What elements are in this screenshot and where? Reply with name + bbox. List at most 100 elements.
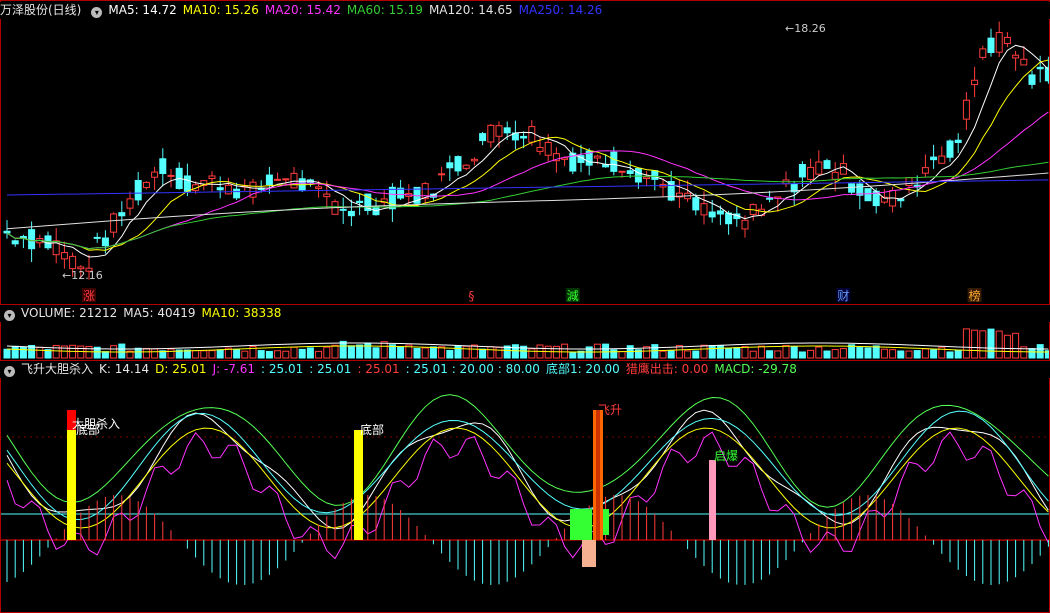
candle-up — [815, 161, 823, 175]
bottom-signal-bar — [67, 430, 76, 540]
signal-annotation: 底部 — [76, 422, 100, 437]
volume-bar — [831, 349, 839, 359]
candle-down — [626, 170, 634, 175]
candle-up — [470, 158, 478, 162]
ma-legend: MA5: 14.72 MA10: 15.26 MA20: 15.42 MA60: 15… — [108, 3, 608, 17]
candle-down — [651, 170, 659, 180]
candle-up — [1003, 36, 1011, 45]
volume-bar — [36, 347, 44, 359]
bottom-signal-bar — [354, 430, 363, 540]
candle-up — [110, 213, 118, 233]
candle-down — [520, 135, 528, 139]
indicator-panel-header: ▾ 飞升大胆杀入 K: 14.14 D: 25.01 J: -7.61: 25.01: … — [0, 361, 1050, 378]
volume-ma5-line — [6, 342, 1049, 350]
volume-bar — [3, 348, 11, 359]
candle-down — [1028, 74, 1036, 85]
falcon-signal-block — [582, 540, 596, 567]
volume-bar — [684, 350, 692, 359]
volume-bar — [397, 346, 405, 359]
macd-cross-block — [570, 509, 592, 540]
macd-cross-block — [603, 509, 609, 535]
volume-bar — [290, 346, 298, 359]
volume-bar — [725, 347, 733, 359]
volume-bar — [856, 347, 864, 359]
candle-down — [479, 133, 487, 142]
indicator-toggle-icon[interactable]: ▾ — [91, 7, 103, 18]
volume-bar — [716, 345, 724, 359]
candle-down — [864, 188, 872, 202]
candle-up — [1012, 54, 1020, 59]
volume-bar — [995, 330, 1003, 359]
candle-up — [487, 124, 495, 143]
volume-bar — [954, 349, 962, 359]
volume-bar — [306, 347, 314, 359]
volume-bar — [815, 346, 823, 359]
candle-up — [643, 176, 651, 180]
ignite-signal-bar — [709, 460, 716, 540]
candle-down — [93, 236, 101, 239]
candle-down — [183, 175, 191, 192]
volume-bar — [298, 348, 306, 359]
candle-up — [69, 255, 77, 270]
volume-bar — [905, 350, 913, 359]
volume-bar — [921, 348, 929, 359]
indicator-label-5: : 25.01 — [309, 362, 352, 376]
candle-down — [602, 164, 610, 168]
candle-up — [224, 184, 232, 195]
volume-bar — [593, 343, 601, 359]
candle-up — [1020, 58, 1028, 66]
candle-down — [347, 210, 355, 217]
volume-bar — [864, 347, 872, 359]
indicator-panel-toggle-icon[interactable]: ▾ — [4, 366, 15, 377]
volume-bar — [569, 351, 577, 359]
candle-down — [118, 212, 126, 217]
volume-bar — [413, 347, 421, 359]
volume-bar — [766, 350, 774, 359]
ma-label-2: MA20: 15.42 — [264, 3, 341, 17]
stock-title[interactable]: 万泽股份(日线) — [0, 3, 81, 17]
candle-up — [700, 203, 708, 216]
candle-down — [356, 200, 364, 203]
volume-bar — [946, 351, 954, 359]
indicator-label-4: : 25.01 — [261, 362, 304, 376]
volume-bar — [741, 346, 749, 359]
volume-bar — [1012, 332, 1020, 359]
volume-bar — [257, 350, 265, 359]
volume-bar — [462, 345, 470, 359]
volume-bar — [134, 347, 142, 359]
candle-down — [716, 210, 724, 215]
indicator-label-3: J: -7.61 — [212, 362, 256, 376]
volume-toggle-icon[interactable]: ▾ — [4, 310, 15, 321]
volume-bar — [692, 350, 700, 359]
volume-bar — [142, 347, 150, 359]
candle-down — [101, 237, 109, 247]
volume-bar — [897, 350, 905, 359]
volume-bar — [618, 351, 626, 359]
volume-bar — [208, 350, 216, 359]
candle-up — [593, 155, 601, 159]
volume-bar — [962, 328, 970, 359]
volume-bar — [790, 346, 798, 359]
candle-up — [938, 155, 946, 164]
volume-bar — [446, 349, 454, 359]
volume-bar — [839, 348, 847, 359]
volume-bar — [454, 345, 462, 359]
volume-bar — [602, 343, 610, 359]
volume-panel-header: ▾ VOLUME: 21212 MA5: 40419 MA10: 38338 — [0, 305, 1050, 322]
volume-bar — [265, 350, 273, 359]
candle-down — [634, 167, 642, 183]
volume-bar — [757, 345, 765, 359]
volume-bar — [782, 344, 790, 359]
candle-down — [503, 127, 511, 134]
signal-annotation: 飞升 — [598, 403, 622, 417]
candle-down — [11, 240, 19, 245]
event-marker: 财 — [837, 289, 849, 303]
ma-label-0: MA5: 14.72 — [108, 3, 177, 17]
candle-down — [134, 179, 142, 201]
candle-up — [495, 125, 503, 137]
candle-up — [323, 193, 331, 198]
fly-signal-core — [596, 410, 600, 540]
indicator-label-8: 底部1: 20.00 — [545, 362, 620, 376]
volume-bar — [380, 341, 388, 359]
candle-down — [3, 230, 11, 234]
